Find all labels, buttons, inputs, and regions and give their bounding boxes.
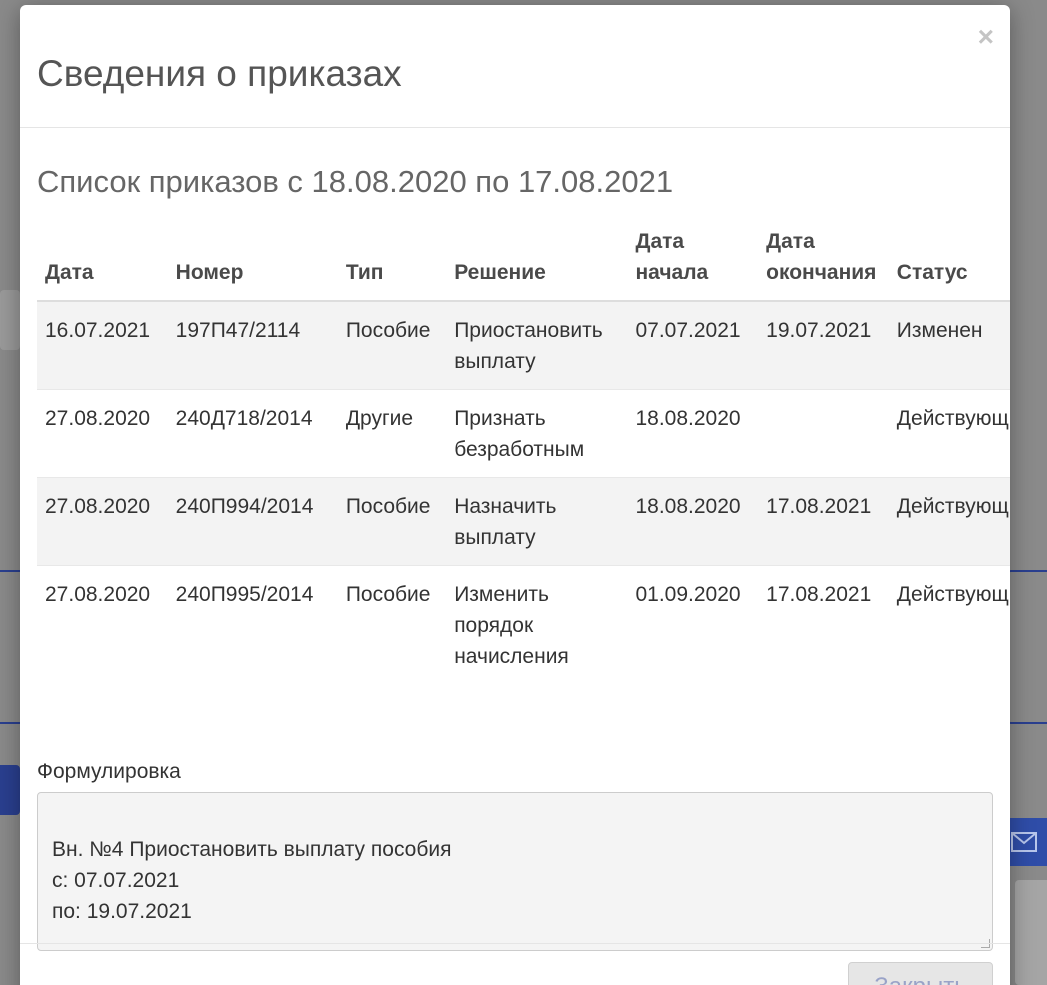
table-row[interactable]: 27.08.2020 240Д718/2014 Другие Признать … <box>37 389 1010 478</box>
cell-status: Действующий <box>888 389 1010 478</box>
column-header-status[interactable]: Статус <box>888 226 1010 302</box>
cell-start-date: 01.09.2020 <box>635 583 741 606</box>
background-button <box>0 765 20 815</box>
table-row[interactable]: 16.07.2021 197П47/2114 Пособие Приостано… <box>37 301 1010 390</box>
table-header-row: Дата Номер Тип Решение Дата начала Дата … <box>37 226 1010 302</box>
cell-start-date: 18.08.2020 <box>627 477 759 566</box>
cell-start-date: 07.07.2021 <box>627 301 759 390</box>
formulation-textarea[interactable]: Вн. №4 Приостановить выплату пособия с: … <box>37 792 993 951</box>
column-header-start-date[interactable]: Дата начала <box>627 226 759 302</box>
cell-number: 240П994/2014 <box>167 477 338 566</box>
cell-number: 240П995/2014 <box>175 583 314 606</box>
orders-table: Дата Номер Тип Решение Дата начала Дата … <box>37 226 1010 684</box>
cell-type: Другие <box>337 389 447 478</box>
table-row[interactable]: 27.08.2020 240П995/2014 Пособие Изменить… <box>37 566 1010 685</box>
formulation-text: Вн. №4 Приостановить выплату пособия с: … <box>52 838 452 923</box>
cell-date: 16.07.2021 <box>37 301 168 390</box>
cell-status: Изменен <box>888 301 1010 390</box>
close-button[interactable]: Закрыть <box>848 962 993 985</box>
close-icon[interactable]: × <box>978 23 994 51</box>
cell-type: Пособие <box>337 301 447 390</box>
table-row[interactable]: 27.08.2020 240П994/2014 Пособие Назначит… <box>37 477 1010 566</box>
cell-decision: Изменить порядок начисления <box>454 583 569 668</box>
cell-end-date <box>758 389 889 478</box>
cell-end-date: 17.08.2021 <box>758 477 889 566</box>
cell-date: 27.08.2020 <box>37 477 168 566</box>
cell-start-date: 18.08.2020 <box>627 389 759 478</box>
cell-status: Действующий <box>888 477 1010 566</box>
cell-decision: Признать безработным <box>446 389 628 478</box>
orders-list-title: Список приказов с 18.08.2020 по 17.08.20… <box>37 164 674 199</box>
modal-footer: Закрыть <box>20 943 1010 985</box>
cell-date: 27.08.2020 <box>45 583 151 606</box>
cell-end-date: 17.08.2021 <box>766 583 872 606</box>
modal-body: Список приказов с 18.08.2020 по 17.08.20… <box>20 128 1010 951</box>
cell-number: 240Д718/2014 <box>167 389 338 478</box>
background-fragment-right <box>1015 880 1047 985</box>
cell-status: Действующий <box>896 583 1010 606</box>
cell-decision: Приостановить выплату <box>446 301 628 390</box>
modal-header: Сведения о приказах × <box>20 5 1010 128</box>
column-header-number[interactable]: Номер <box>167 226 338 302</box>
cell-end-date: 19.07.2021 <box>758 301 889 390</box>
cell-type: Пособие <box>345 583 431 606</box>
modal-title: Сведения о приказах <box>37 53 402 94</box>
cell-number: 197П47/2114 <box>167 301 338 390</box>
background-card-right <box>1005 570 1047 724</box>
background-fragment <box>0 290 20 350</box>
orders-modal: Сведения о приказах × Список приказов с … <box>20 5 1010 985</box>
cell-decision: Назначить выплату <box>446 477 628 566</box>
mail-icon <box>1010 832 1037 852</box>
column-header-date[interactable]: Дата <box>37 226 168 302</box>
cell-date: 27.08.2020 <box>37 389 168 478</box>
column-header-end-date[interactable]: Дата окончания <box>758 226 889 302</box>
cell-type: Пособие <box>337 477 447 566</box>
column-header-type[interactable]: Тип <box>337 226 447 302</box>
column-header-decision[interactable]: Решение <box>446 226 628 302</box>
formulation-label: Формулировка <box>37 760 181 783</box>
